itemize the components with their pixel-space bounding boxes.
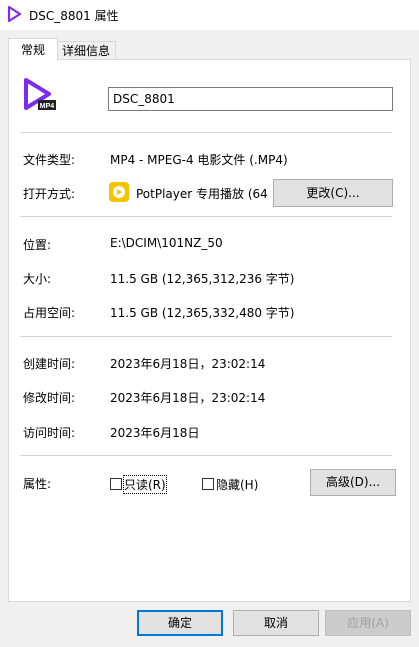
- mp4-file-icon: MP4: [24, 78, 56, 110]
- size-label: 大小:: [23, 272, 52, 286]
- window-title: DSC_8801 属性: [29, 9, 119, 23]
- created-value: 2023年6月18日，23:02:14: [110, 357, 266, 371]
- accessed-value: 2023年6月18日: [110, 426, 200, 440]
- mp4-badge-text: MP4: [40, 103, 55, 110]
- separator: [20, 132, 392, 133]
- modified-label: 修改时间:: [23, 391, 76, 405]
- advanced-button[interactable]: 高级(D)...: [310, 469, 396, 496]
- separator: [20, 216, 392, 217]
- ok-button[interactable]: 确定: [137, 610, 223, 636]
- created-label: 创建时间:: [23, 357, 76, 371]
- size-value: 11.5 GB (12,365,312,236 字节): [110, 272, 295, 286]
- hidden-checkbox-label[interactable]: 隐藏(H): [216, 476, 258, 493]
- separator: [20, 455, 392, 456]
- location-value: E:\DCIM\101NZ_50: [110, 236, 223, 250]
- opens-with-label: 打开方式:: [23, 187, 76, 201]
- general-panel: [8, 59, 411, 602]
- size-on-disk-value: 11.5 GB (12,365,332,480 字节): [110, 306, 295, 320]
- opens-with-value: PotPlayer 专用播放 (64: [136, 187, 268, 201]
- apply-button[interactable]: 应用(A): [325, 610, 411, 636]
- potplayer-icon: [109, 182, 129, 202]
- separator: [20, 336, 392, 337]
- cancel-button[interactable]: 取消: [233, 610, 319, 636]
- file-type-value: MP4 - MPEG-4 电影文件 (.MP4): [110, 153, 288, 167]
- title-bar[interactable]: DSC_8801 属性: [0, 0, 419, 30]
- change-button[interactable]: 更改(C)...: [273, 179, 393, 207]
- tab-general[interactable]: 常规: [8, 38, 58, 61]
- file-name-input[interactable]: [108, 87, 393, 111]
- video-file-icon: [7, 6, 22, 22]
- hidden-checkbox[interactable]: [202, 478, 214, 490]
- accessed-label: 访问时间:: [23, 426, 76, 440]
- tab-details[interactable]: 详细信息: [56, 41, 116, 61]
- readonly-checkbox-label[interactable]: 只读(R): [123, 475, 167, 494]
- attributes-label: 属性:: [23, 477, 52, 491]
- location-label: 位置:: [23, 238, 52, 252]
- file-type-label: 文件类型:: [23, 153, 76, 167]
- size-on-disk-label: 占用空间:: [23, 306, 76, 320]
- modified-value: 2023年6月18日，23:02:14: [110, 391, 266, 405]
- readonly-checkbox[interactable]: [110, 478, 122, 490]
